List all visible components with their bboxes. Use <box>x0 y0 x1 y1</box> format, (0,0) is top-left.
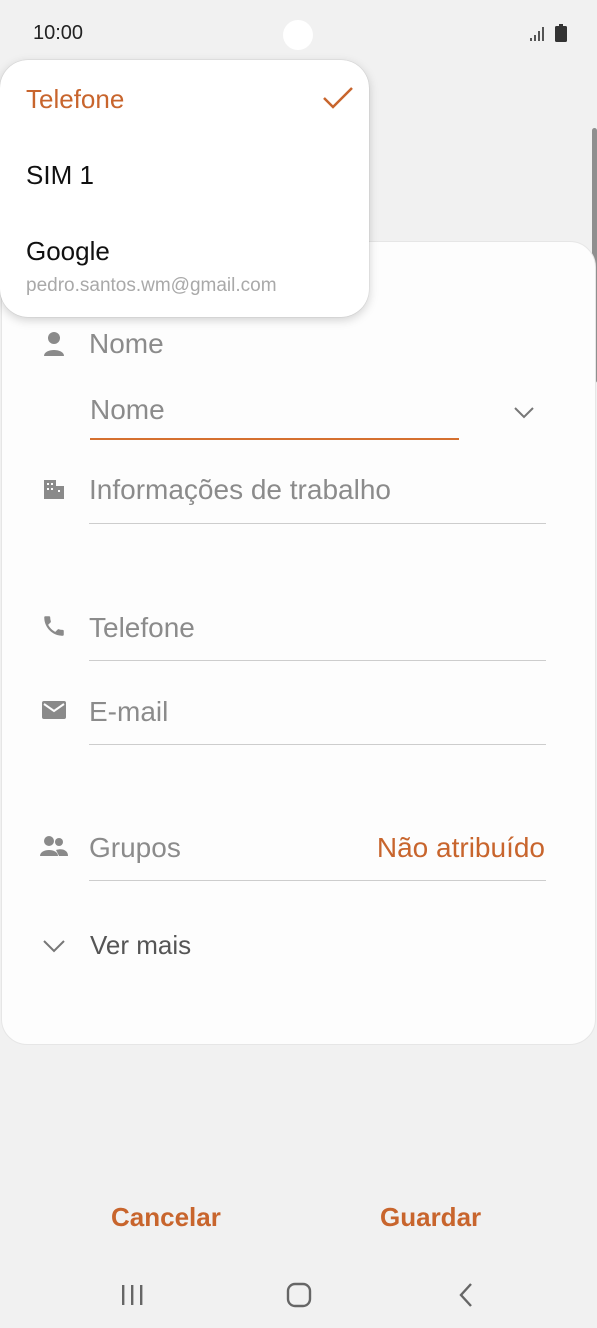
signal-icon <box>530 27 544 41</box>
recent-apps-icon <box>122 1285 143 1305</box>
contact-form-card: Nome Nome Informações de trabalho Telefo… <box>1 241 596 1045</box>
email-label: E-mail <box>89 696 169 727</box>
back-icon <box>459 1283 472 1307</box>
building-icon <box>40 474 68 502</box>
account-option-telefone[interactable]: Telefone <box>0 60 369 136</box>
account-option-label: SIM 1 <box>26 160 94 190</box>
phone-icon <box>40 612 68 640</box>
email-underline <box>89 744 546 745</box>
phone-underline <box>89 660 546 661</box>
home-button[interactable] <box>279 1278 319 1312</box>
status-time: 10:00 <box>33 22 84 44</box>
home-icon <box>286 1282 312 1308</box>
name-input-placeholder: Nome <box>90 394 165 425</box>
groups-underline <box>89 880 546 881</box>
account-option-label: Google <box>26 236 110 266</box>
group-icon <box>40 832 68 860</box>
expand-name-button[interactable] <box>510 402 538 424</box>
battery-icon <box>555 24 567 42</box>
status-icons <box>529 24 567 42</box>
see-more-button[interactable]: Ver mais <box>2 928 597 968</box>
name-input[interactable]: Nome <box>2 390 597 450</box>
save-button[interactable]: Guardar <box>380 1202 481 1233</box>
chevron-down-icon <box>514 407 534 419</box>
person-icon <box>40 330 68 358</box>
account-option-sim1[interactable]: SIM 1 <box>0 136 369 212</box>
work-info-label: Informações de trabalho <box>89 474 391 505</box>
name-section-label: Nome <box>89 328 164 359</box>
groups-field[interactable]: Grupos Não atribuído <box>2 828 597 884</box>
status-bar: 10:00 <box>0 0 597 68</box>
chevron-down-icon <box>40 932 68 960</box>
recent-apps-button[interactable] <box>112 1278 152 1312</box>
email-field[interactable]: E-mail <box>2 692 597 748</box>
account-dropdown-menu: Telefone SIM 1 Google pedro.santos.wm@gm… <box>0 60 369 317</box>
account-option-label: Telefone <box>26 84 125 114</box>
name-input-underline <box>90 438 459 440</box>
groups-label: Grupos <box>89 832 181 863</box>
groups-value: Não atribuído <box>376 832 545 863</box>
phone-label: Telefone <box>89 612 195 643</box>
front-camera <box>283 20 313 50</box>
work-info-field[interactable]: Informações de trabalho <box>2 470 597 526</box>
account-option-google[interactable]: Google pedro.santos.wm@gmail.com <box>0 212 369 317</box>
checkmark-icon <box>323 87 353 109</box>
see-more-label: Ver mais <box>90 930 192 960</box>
back-button[interactable] <box>446 1278 486 1312</box>
account-email: pedro.santos.wm@gmail.com <box>26 275 277 296</box>
navigation-bar <box>0 1262 597 1328</box>
work-info-underline <box>89 523 546 524</box>
phone-field[interactable]: Telefone <box>2 608 597 664</box>
email-icon <box>40 696 68 724</box>
cancel-button[interactable]: Cancelar <box>111 1202 221 1233</box>
